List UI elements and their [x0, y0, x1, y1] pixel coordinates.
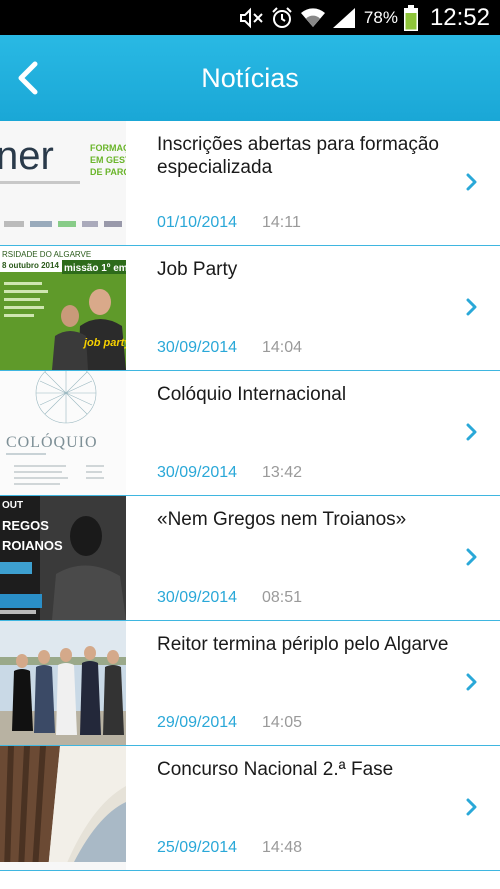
- svg-text:EM GEST: EM GEST: [90, 155, 126, 165]
- svg-text:RSIDADE DO ALGARVE: RSIDADE DO ALGARVE: [2, 250, 91, 259]
- svg-text:COLÓQUIO: COLÓQUIO: [6, 432, 98, 451]
- chevron-right-icon: [466, 673, 477, 691]
- news-item[interactable]: RSIDADE DO ALGARVE 8 outubro 2014 missão…: [0, 246, 500, 371]
- wifi-icon: [300, 7, 325, 27]
- svg-text:job party: job party: [82, 337, 126, 349]
- chevron-right-icon: [466, 548, 477, 566]
- news-thumbnail: [0, 746, 126, 870]
- news-thumbnail: RSIDADE DO ALGARVE 8 outubro 2014 missão…: [0, 246, 126, 370]
- signal-icon: [332, 7, 355, 28]
- news-date: 29/09/2014: [157, 714, 238, 731]
- news-item[interactable]: COLÓQUIO Colóquio Internacional 30/09/20…: [0, 371, 500, 496]
- news-list: ner FORMAÇ EM GEST DE PARQ Inscrições ab…: [0, 121, 500, 871]
- news-date: 25/09/2014: [157, 839, 238, 856]
- svg-text:DE PARQ: DE PARQ: [90, 167, 126, 177]
- news-title: «Nem Gregos nem Troianos»: [157, 509, 407, 530]
- battery-icon: [403, 4, 418, 31]
- back-button[interactable]: [6, 53, 50, 103]
- mute-icon: [239, 7, 263, 28]
- svg-text:missão 1º em: missão 1º em: [64, 263, 126, 274]
- news-item[interactable]: ner FORMAÇ EM GEST DE PARQ Inscrições ab…: [0, 121, 500, 246]
- svg-text:ROIANOS: ROIANOS: [2, 538, 63, 553]
- status-bar: 78% 12:52: [0, 0, 500, 35]
- news-title: Inscrições abertas para formação especia…: [157, 134, 439, 178]
- news-date: 30/09/2014: [157, 464, 238, 481]
- battery-percent: 78%: [363, 7, 398, 27]
- app-header: Notícias: [0, 35, 500, 121]
- news-time: 14:11: [262, 214, 301, 231]
- thumb-logo-text: ner: [0, 134, 54, 178]
- news-title: Colóquio Internacional: [157, 384, 347, 405]
- chevron-right-icon: [466, 173, 477, 191]
- news-time: 14:04: [262, 339, 303, 356]
- news-thumbnail: OUT REGOS ROIANOS: [0, 496, 126, 620]
- news-date: 30/09/2014: [157, 589, 238, 606]
- news-thumbnail: COLÓQUIO: [0, 371, 126, 495]
- news-item[interactable]: Concurso Nacional 2.ª Fase 25/09/2014 14…: [0, 746, 500, 871]
- svg-text:FORMAÇ: FORMAÇ: [90, 143, 126, 153]
- chevron-left-icon: [18, 61, 38, 95]
- news-time: 08:51: [262, 589, 303, 606]
- news-title: Concurso Nacional 2.ª Fase: [157, 759, 394, 780]
- news-time: 14:48: [262, 839, 303, 856]
- svg-text:OUT: OUT: [2, 500, 23, 511]
- news-date: 30/09/2014: [157, 339, 238, 356]
- news-title: Job Party: [157, 259, 238, 280]
- news-item[interactable]: Reitor termina périplo pelo Algarve 29/0…: [0, 621, 500, 746]
- news-title: Reitor termina périplo pelo Algarve: [157, 634, 449, 655]
- news-time: 14:05: [262, 714, 303, 731]
- chevron-right-icon: [466, 298, 477, 316]
- alarm-icon: [272, 6, 292, 28]
- news-date: 01/10/2014: [157, 214, 238, 231]
- chevron-right-icon: [466, 798, 477, 816]
- clock: 12:52: [429, 3, 490, 31]
- news-item[interactable]: OUT REGOS ROIANOS «Nem Gregos nem Troian…: [0, 496, 500, 621]
- news-thumbnail: [0, 621, 126, 745]
- news-thumbnail: ner FORMAÇ EM GEST DE PARQ: [0, 121, 126, 245]
- news-time: 13:42: [262, 464, 303, 481]
- svg-text:8 outubro 2014: 8 outubro 2014: [2, 261, 59, 270]
- svg-text:REGOS: REGOS: [2, 518, 49, 533]
- page-title: Notícias: [201, 63, 299, 93]
- chevron-right-icon: [466, 423, 477, 441]
